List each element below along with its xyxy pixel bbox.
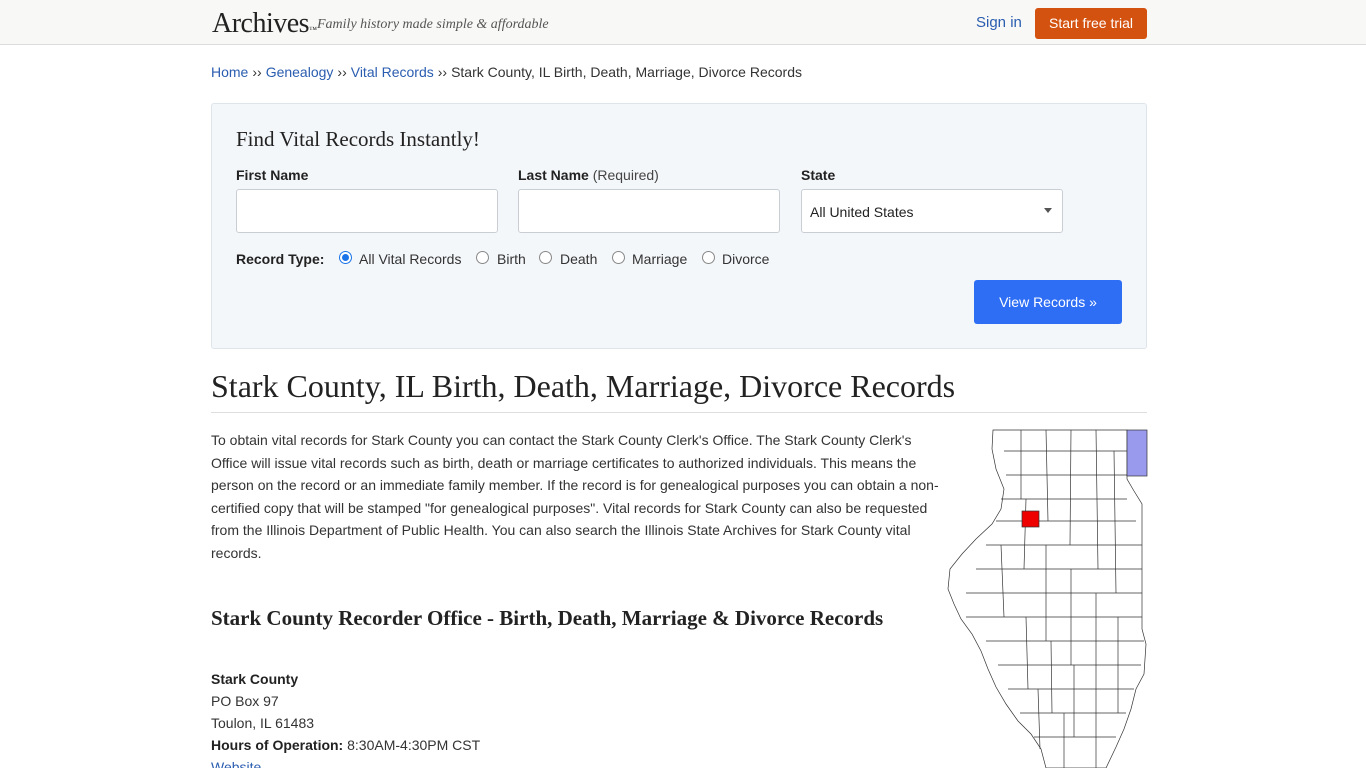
office-name: Stark County: [211, 671, 299, 687]
search-title: Find Vital Records Instantly!: [236, 127, 480, 151]
last-name-label-text: Last Name: [518, 167, 589, 183]
radio-all-vital-records[interactable]: [339, 251, 352, 264]
radio-label-death: Death: [560, 251, 598, 267]
last-name-input[interactable]: [518, 189, 780, 233]
office-hours-label: Hours of Operation:: [211, 737, 344, 753]
chevron-down-icon: [1044, 208, 1052, 213]
first-name-label: First Name: [236, 167, 309, 183]
breadcrumb-separator: ››: [252, 64, 262, 80]
radio-label-marriage: Marriage: [632, 251, 688, 267]
office-website-link[interactable]: Website: [211, 759, 261, 768]
site-tagline: Family history made simple & affordable: [317, 17, 549, 32]
radio-death[interactable]: [539, 251, 552, 264]
radio-divorce[interactable]: [702, 251, 715, 264]
logo-text: Archives: [212, 8, 310, 39]
breadcrumb: Home ›› Genealogy ›› Vital Records ›› Stark Co…: [211, 64, 802, 80]
last-name-label: Last Name (Required): [518, 167, 659, 183]
page-title: Stark County, IL Birth, Death, Marriage,…: [211, 368, 956, 404]
breadcrumb-separator: ››: [337, 64, 347, 80]
section-title: Stark County Recorder Office - Birth, De…: [211, 606, 884, 630]
office-address-line2: Toulon, IL 61483: [211, 715, 315, 731]
radio-birth[interactable]: [476, 251, 489, 264]
office-hours-value: 8:30AM-4:30PM CST: [347, 737, 481, 753]
radio-label-divorce: Divorce: [722, 251, 770, 267]
site-logo[interactable]: Archives™: [212, 8, 317, 39]
intro-paragraph: To obtain vital records for Stark County…: [211, 432, 939, 561]
illinois-county-map: [947, 429, 1148, 768]
radio-label-birth: Birth: [497, 251, 526, 267]
sign-in-link[interactable]: Sign in: [976, 14, 1022, 31]
breadcrumb-separator: ››: [437, 64, 448, 80]
radio-marriage[interactable]: [612, 251, 625, 264]
breadcrumb-vital-records[interactable]: Vital Records: [351, 64, 434, 80]
record-type-label: Record Type:: [236, 251, 325, 267]
start-free-trial-button[interactable]: Start free trial: [1035, 8, 1147, 39]
radio-label-all-vital-records: All Vital Records: [359, 251, 462, 267]
site-header: Archives™ Family history made simple & a…: [0, 0, 1366, 45]
state-select[interactable]: All United States: [801, 189, 1063, 233]
breadcrumb-current: Stark County, IL Birth, Death, Marriage,…: [451, 64, 802, 80]
logo-trademark: ™: [309, 25, 317, 34]
office-address-line1: PO Box 97: [211, 693, 279, 709]
office-hours: Hours of Operation: 8:30AM-4:30PM CST: [211, 734, 480, 756]
state-select-value: All United States: [810, 204, 914, 220]
office-details: Stark County PO Box 97 Toulon, IL 61483 …: [211, 668, 480, 768]
first-name-input[interactable]: [236, 189, 498, 233]
stark-county-highlight: [1021, 510, 1040, 528]
lake-michigan: [1126, 429, 1148, 477]
title-divider: [211, 412, 1147, 413]
breadcrumb-home[interactable]: Home: [211, 64, 248, 80]
view-records-button[interactable]: View Records »: [974, 280, 1122, 324]
last-name-required: (Required): [592, 167, 659, 183]
search-panel: Find Vital Records Instantly! First Name…: [211, 103, 1147, 349]
state-label: State: [801, 167, 836, 183]
breadcrumb-genealogy[interactable]: Genealogy: [266, 64, 334, 80]
